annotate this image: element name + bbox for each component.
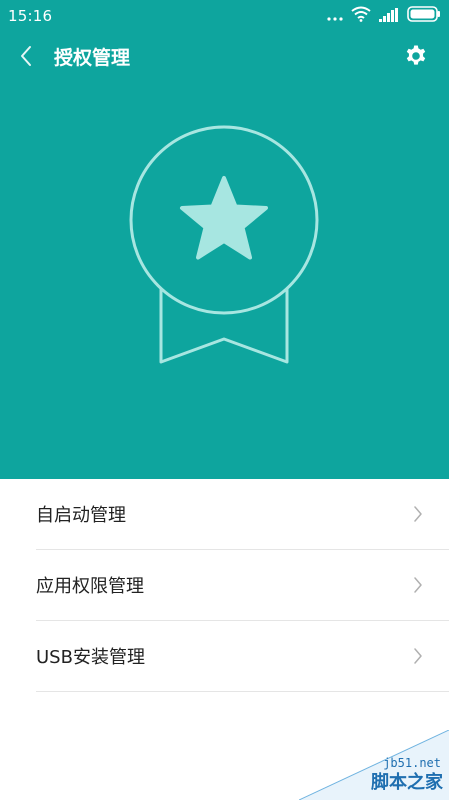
menu-item-autostart[interactable]: 自启动管理 bbox=[36, 479, 449, 550]
watermark: jb51.net 脚本之家 bbox=[299, 730, 449, 800]
wifi-icon bbox=[351, 6, 371, 26]
status-bar: 15:16 bbox=[0, 0, 449, 32]
watermark-name: 脚本之家 bbox=[371, 772, 443, 793]
more-dots-icon bbox=[327, 7, 343, 26]
menu-item-label: USB安装管理 bbox=[36, 647, 145, 668]
status-time: 15:16 bbox=[8, 7, 53, 25]
back-chevron-icon bbox=[21, 46, 31, 66]
menu-item-usb-install[interactable]: USB安装管理 bbox=[36, 621, 449, 692]
signal-icon bbox=[379, 7, 399, 26]
gear-icon bbox=[406, 45, 426, 65]
award-badge-icon bbox=[129, 125, 319, 364]
battery-icon bbox=[407, 6, 441, 26]
chevron-right-icon bbox=[414, 577, 422, 593]
chevron-right-icon bbox=[414, 506, 422, 522]
page-title: 授权管理 bbox=[54, 47, 131, 69]
settings-button[interactable] bbox=[401, 41, 431, 71]
menu-item-app-permissions[interactable]: 应用权限管理 bbox=[36, 550, 449, 621]
chevron-right-icon bbox=[414, 648, 422, 664]
top-app-bar: 授权管理 bbox=[0, 32, 449, 80]
menu-list: 自启动管理 应用权限管理 USB安装管理 bbox=[0, 479, 449, 692]
back-button[interactable] bbox=[8, 38, 44, 74]
screen: 15:16 授权管理 自启动管理 应用权限管理 USB安装管理 jb51.net… bbox=[0, 0, 449, 800]
menu-item-label: 应用权限管理 bbox=[36, 576, 144, 597]
menu-item-label: 自启动管理 bbox=[36, 505, 126, 526]
status-icons bbox=[327, 6, 441, 26]
hero-header: 15:16 授权管理 bbox=[0, 0, 449, 479]
